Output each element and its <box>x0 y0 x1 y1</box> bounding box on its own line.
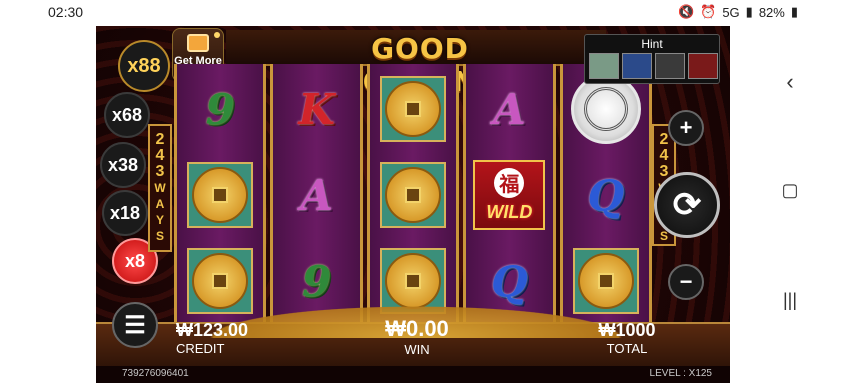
home-nav-icon[interactable]: ▢ <box>778 178 802 202</box>
credit-value: ₩123.00 <box>176 320 249 340</box>
reel-3 <box>366 64 460 326</box>
menu-button[interactable]: ☰ <box>112 302 158 348</box>
status-icons: 🔇 ⏰ 5G ▮ 82% ▮ <box>678 4 798 20</box>
recents-nav-icon[interactable]: ||| <box>778 288 802 312</box>
spin-button[interactable]: ⟳ <box>654 172 720 238</box>
win-display: ₩0.00 WIN <box>362 316 472 357</box>
total-bet-display: ₩1000 TOTAL <box>582 320 672 356</box>
gift-icon <box>187 34 209 52</box>
total-label: TOTAL <box>606 341 648 356</box>
symbol-a: A <box>493 84 526 134</box>
symbol-coin <box>177 154 263 236</box>
symbol-k: K <box>298 84 335 134</box>
credit-display: ₩123.00 CREDIT <box>176 320 276 356</box>
notification-dot <box>214 32 220 38</box>
network-type: 5G <box>722 4 740 20</box>
increase-bet-button[interactable]: + <box>668 110 704 146</box>
decrease-bet-button[interactable]: − <box>668 264 704 300</box>
signal-icon: ▮ <box>745 4 753 19</box>
symbol-9: 9 <box>205 84 235 134</box>
symbol-q: Q <box>587 170 625 220</box>
level-indicator: LEVEL : X125 <box>649 368 712 379</box>
slot-game: GOOD FORTUNE Get More x88 x68 x38 x18 x8… <box>96 26 730 383</box>
reel-2: K A 9 <box>270 64 363 326</box>
fu-character: 福 <box>494 167 525 198</box>
multiplier-x38: x38 <box>100 142 146 188</box>
medal-hint-icon <box>688 53 718 79</box>
clock: 02:30 <box>48 4 84 20</box>
back-nav-icon[interactable]: ‹ <box>778 69 802 94</box>
hint-panel[interactable]: Hint <box>584 34 720 84</box>
hint-symbols <box>589 53 718 79</box>
credit-label: CREDIT <box>176 341 225 356</box>
fan-hint-icon <box>655 53 685 79</box>
reel-area: 9 K A 9 A 福 WILD Q Q <box>174 64 653 326</box>
left-padding <box>0 26 96 383</box>
bowl-hint-icon <box>622 53 652 79</box>
multiplier-x88: x88 <box>118 40 170 92</box>
hint-label: Hint <box>641 37 663 51</box>
alarm-icon: ⏰ <box>700 4 717 19</box>
status-bar: 02:30 🔇 ⏰ 5G ▮ 82% ▮ <box>0 0 850 26</box>
ways-badge-left: 243WAYS <box>148 124 172 252</box>
battery-icon: ▮ <box>790 4 798 19</box>
multiplier-x68: x68 <box>104 92 150 138</box>
footer-bar: 739276096401 LEVEL : X125 <box>96 366 730 383</box>
win-value: ₩0.00 <box>385 316 449 341</box>
reel-1: 9 <box>174 64 267 326</box>
symbol-a: A <box>300 170 333 220</box>
reel-5: Q <box>559 64 653 326</box>
symbol-coin <box>370 68 456 150</box>
symbol-coin <box>370 154 456 236</box>
win-label: WIN <box>404 342 430 357</box>
battery-level: 82% <box>758 4 785 20</box>
symbol-wild: 福 WILD <box>466 154 552 236</box>
system-nav-bar: ‹ ▢ ||| <box>730 26 850 383</box>
total-value: ₩1000 <box>598 320 656 340</box>
wild-label: WILD <box>486 201 533 222</box>
multiplier-x18: x18 <box>102 190 148 236</box>
jade-hint-icon <box>589 53 619 79</box>
mute-icon: 🔇 <box>677 4 695 19</box>
reel-4: A 福 WILD Q <box>463 64 556 326</box>
round-id: 739276096401 <box>122 368 189 379</box>
